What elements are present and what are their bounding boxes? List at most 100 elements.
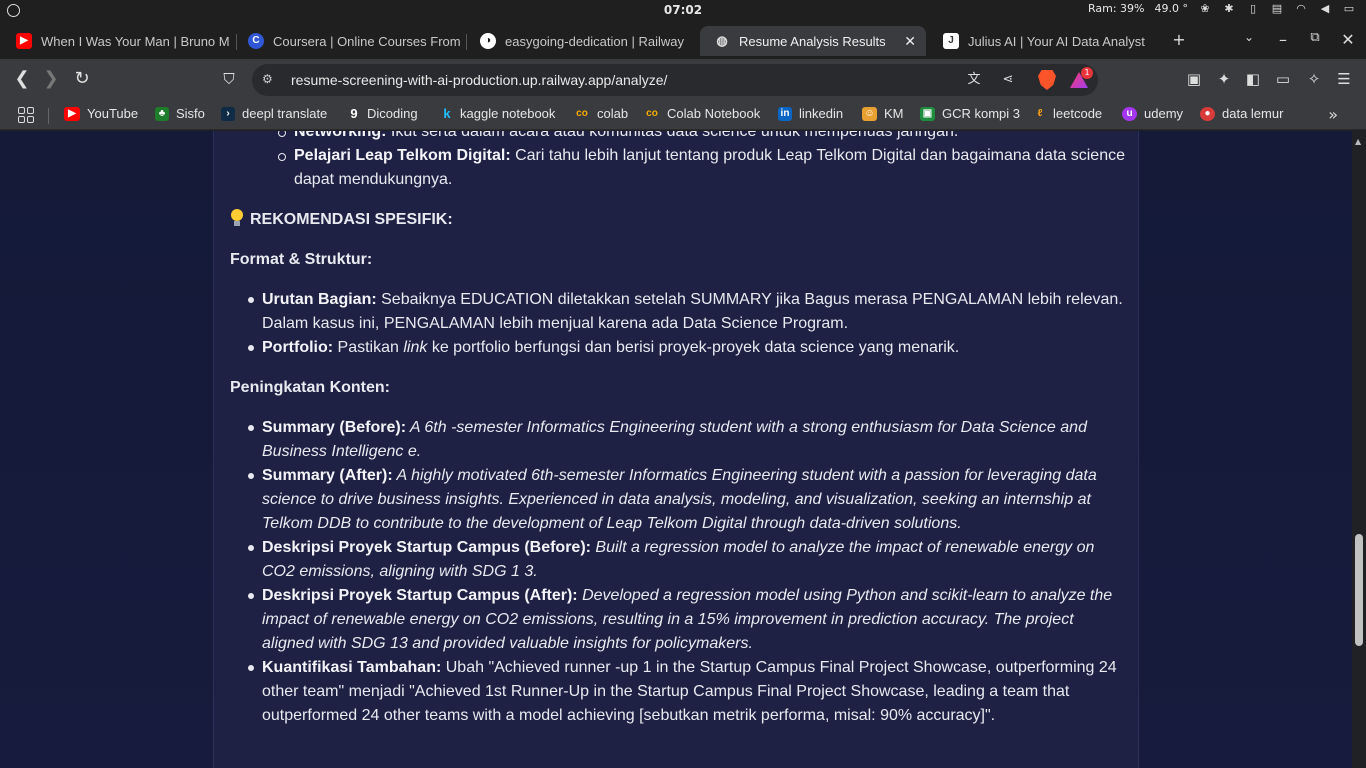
konten-heading: Peningkatan Konten: — [230, 379, 391, 396]
list-item: Summary (Before): A 6th -semester Inform… — [230, 416, 1125, 464]
kaggle-icon: k — [443, 105, 451, 121]
vertical-scrollbar[interactable]: ▲ — [1352, 131, 1366, 768]
ram-indicator: Ram: 39% — [1087, 2, 1145, 15]
tab-railway[interactable]: ◑ easygoing-dedication | Railway — [466, 26, 696, 56]
list-item: Portfolio: Pastikan link ke portfolio be… — [230, 336, 1125, 360]
konten-list: Summary (Before): A 6th -semester Inform… — [230, 416, 1125, 728]
bookmark-deepl[interactable]: › deepl translate — [221, 106, 327, 121]
bookmark-leetcode[interactable]: ℓ leetcode — [1034, 106, 1103, 121]
list-item: Urutan Bagian: Sebaiknya EDUCATION dilet… — [230, 288, 1125, 336]
clipboard-list-icon[interactable]: ▤ — [1270, 2, 1284, 15]
tab-title: Julius AI | Your AI Data Analyst — [968, 33, 1145, 49]
bookmark-youtube[interactable]: ▶ YouTube — [64, 106, 138, 121]
tab-title: Resume Analysis Results — [739, 33, 886, 49]
results-panel: Networking: Ikut serta dalam acara atau … — [213, 131, 1139, 768]
leo-ai-icon[interactable]: ✧ — [1304, 70, 1324, 88]
reload-icon[interactable]: ↻ — [71, 68, 93, 90]
km-icon: ☺ — [862, 106, 877, 121]
tab-title: When I Was Your Man | Bruno M — [41, 33, 230, 49]
bookmark-icon[interactable]: ⛉ — [218, 68, 240, 90]
bookmark-dicoding[interactable]: 9 Dicoding — [348, 105, 417, 121]
close-tab-icon[interactable]: ✕ — [904, 33, 916, 50]
list-item: Pelajari Leap Telkom Digital: Cari tahu … — [230, 144, 1125, 192]
bookmark-linkedin[interactable]: in linkedin — [778, 106, 843, 121]
list-item: Networking: Ikut serta dalam acara atau … — [230, 131, 1125, 144]
temperature-indicator: 49.0 ° — [1154, 2, 1189, 15]
share-icon[interactable]: ⋖ — [999, 71, 1017, 89]
tab-title: easygoing-dedication | Railway — [505, 33, 684, 49]
globe-icon: ◍ — [716, 33, 728, 48]
tab-youtube[interactable]: ▶ When I Was Your Man | Bruno M — [2, 26, 232, 56]
close-window-icon[interactable]: ✕ — [1337, 30, 1359, 49]
clipboard-icon[interactable]: ▯ — [1246, 2, 1260, 15]
tab-title: Coursera | Online Courses From — [273, 33, 461, 49]
list-item: Kuantifikasi Tambahan: Ubah "Achieved ru… — [230, 656, 1125, 728]
system-bar: 07:02 Ram: 39% 49.0 ° ❀ ✱ ▯ ▤ ◠ ◀ ▭ — [0, 0, 1366, 22]
sisfo-icon: ♣ — [155, 106, 169, 121]
list-item: Deskripsi Proyek Startup Campus (Before)… — [230, 536, 1125, 584]
bookmark-colab-notebook[interactable]: co Colab Notebook — [644, 106, 760, 121]
more-bookmarks-icon[interactable]: » — [1328, 105, 1338, 124]
menu-icon[interactable]: ☰ — [1334, 70, 1354, 88]
extension-icon[interactable]: ▣ — [1184, 70, 1204, 88]
julius-icon: J — [943, 33, 959, 49]
brave-shields-icon[interactable] — [1038, 70, 1056, 90]
tab-coursera[interactable]: C Coursera | Online Courses From — [234, 26, 464, 56]
linkedin-icon: in — [778, 106, 792, 121]
sidebar-icon[interactable]: ◧ — [1243, 70, 1263, 88]
tab-search-icon[interactable]: ⌄ — [1238, 30, 1260, 44]
bookmarks-bar: ▶ YouTube ♣ Sisfo › deepl translate 9 Dicodi… — [0, 100, 1366, 130]
volume-icon[interactable]: ◀ — [1318, 2, 1332, 15]
tab-resume-analysis[interactable]: ◍ Resume Analysis Results ✕ — [700, 26, 926, 56]
forward-icon[interactable]: ❯ — [40, 68, 62, 90]
bookmark-sisfo[interactable]: ♣ Sisfo — [155, 106, 205, 121]
minimize-icon[interactable]: – — [1272, 30, 1294, 49]
wallet-icon[interactable]: ▭ — [1273, 70, 1293, 88]
extensions-puzzle-icon[interactable]: ✦ — [1214, 70, 1234, 88]
bookmark-udemy[interactable]: u udemy — [1122, 106, 1183, 121]
url-text[interactable]: resume-screening-with-ai-production.up.r… — [291, 72, 667, 88]
dicoding-icon: 9 — [350, 105, 358, 121]
address-bar[interactable]: ⚙ resume-screening-with-ai-production.up… — [252, 64, 1098, 96]
colab-icon: co — [646, 107, 658, 119]
new-tab-icon[interactable]: + — [1168, 30, 1190, 49]
bookmark-kaggle[interactable]: k kaggle notebook — [441, 106, 555, 121]
tab-julius[interactable]: J Julius AI | Your AI Data Analyst — [929, 26, 1159, 56]
bookmark-datalemur[interactable]: ● data lemur — [1200, 106, 1283, 121]
page-viewport: Networking: Ikut serta dalam acara atau … — [0, 131, 1352, 768]
lightbulb-icon — [230, 209, 244, 227]
format-list: Urutan Bagian: Sebaiknya EDUCATION dilet… — [230, 288, 1125, 360]
apps-icon[interactable] — [18, 107, 34, 123]
scrollbar-thumb[interactable] — [1355, 534, 1363, 646]
bluetooth-icon[interactable]: ✱ — [1222, 2, 1236, 15]
back-icon[interactable]: ❮ — [11, 68, 33, 90]
format-heading: Format & Struktur: — [230, 251, 373, 268]
bookmark-gcr[interactable]: ▣ GCR kompi 3 — [920, 106, 1020, 121]
coursera-icon: C — [248, 33, 264, 49]
tab-strip: ▶ When I Was Your Man | Bruno M C Course… — [0, 22, 1366, 59]
top-sublist: Networking: Ikut serta dalam acara atau … — [230, 131, 1125, 192]
rekomendasi-heading: REKOMENDASI SPESIFIK: — [230, 208, 1125, 232]
wifi-icon[interactable]: ◠ — [1294, 2, 1308, 15]
youtube-icon: ▶ — [64, 106, 80, 121]
notification-badge: 1 — [1081, 67, 1093, 79]
bookmark-km[interactable]: ☺ KM — [862, 106, 904, 121]
analysis-content: Networking: Ikut serta dalam acara atau … — [230, 131, 1125, 728]
site-info-icon[interactable]: ⚙ — [262, 72, 278, 88]
bookmark-colab[interactable]: co colab — [574, 106, 628, 121]
list-item: Deskripsi Proyek Startup Campus (After):… — [230, 584, 1125, 656]
toolbar: ❮ ❯ ↻ ⛉ ⚙ resume-screening-with-ai-produ… — [0, 59, 1366, 100]
deepl-icon: › — [221, 106, 235, 121]
colab-icon: co — [576, 107, 588, 119]
railway-icon: ◑ — [480, 33, 496, 49]
extension-tray-icon[interactable]: ❀ — [1198, 2, 1212, 15]
translate-icon[interactable]: 文 — [965, 71, 983, 89]
youtube-icon: ▶ — [16, 33, 32, 49]
scroll-up-icon[interactable]: ▲ — [1355, 137, 1361, 146]
battery-icon[interactable]: ▭ — [1342, 2, 1356, 15]
restore-icon[interactable]: ⧉ — [1304, 30, 1326, 45]
datalemur-icon: ● — [1200, 106, 1215, 121]
classroom-icon: ▣ — [920, 106, 935, 121]
list-item: Summary (After): A highly motivated 6th-… — [230, 464, 1125, 536]
udemy-icon: u — [1122, 106, 1137, 121]
